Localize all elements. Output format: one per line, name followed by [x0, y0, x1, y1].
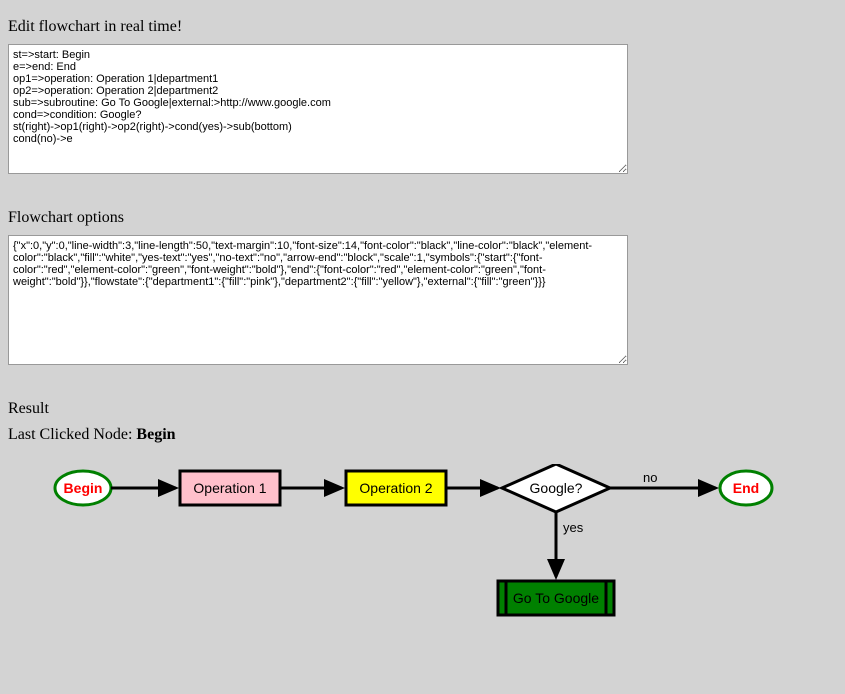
heading-options: Flowchart options: [8, 209, 837, 227]
node-op1-label: Operation 1: [193, 480, 266, 496]
node-sub-label: Go To Google: [513, 590, 599, 606]
node-cond-label: Google?: [530, 480, 583, 496]
node-start-label: Begin: [64, 480, 103, 496]
node-end-label: End: [733, 480, 759, 496]
flowchart-source-input[interactable]: [8, 44, 628, 174]
last-clicked-label: Last Clicked Node:: [8, 426, 136, 443]
last-clicked-value: Begin: [136, 426, 175, 443]
flowchart-options-input[interactable]: [8, 235, 628, 365]
edge-no-label: no: [643, 470, 657, 485]
heading-edit: Edit flowchart in real time!: [8, 18, 837, 36]
node-op2-label: Operation 2: [359, 480, 432, 496]
heading-result: Result: [8, 400, 837, 418]
flowchart-canvas: Begin Operation 1 Operation 2 Google? no…: [28, 464, 808, 644]
last-clicked-node: Last Clicked Node: Begin: [8, 426, 837, 444]
edge-yes-label: yes: [563, 520, 584, 535]
